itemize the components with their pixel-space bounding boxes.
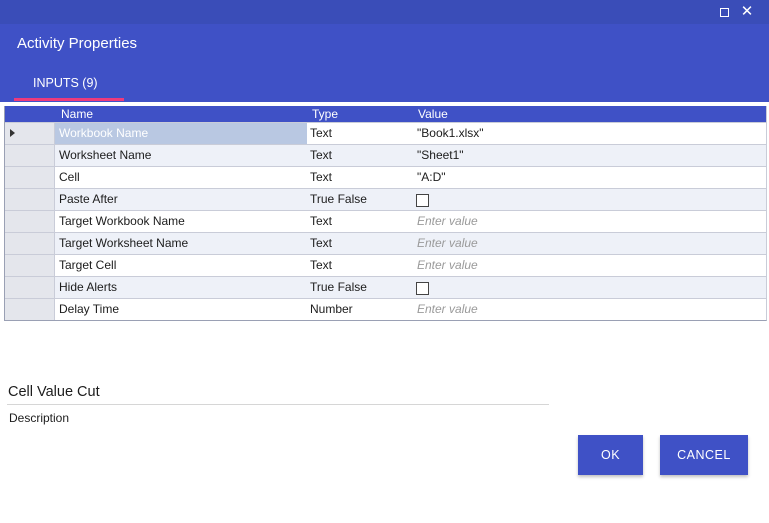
grid-row[interactable]: Target Cell Text Enter value — [5, 254, 766, 276]
close-icon[interactable]: ✕ — [739, 4, 755, 20]
current-row-arrow-icon — [10, 129, 15, 137]
activity-description[interactable]: Description — [9, 411, 69, 425]
grid-row[interactable]: Target Worksheet Name Text Enter value — [5, 232, 766, 254]
property-value[interactable]: "Book1.xlsx" — [415, 123, 767, 144]
grid-row[interactable]: Workbook Name Text "Book1.xlsx" — [5, 122, 766, 144]
property-name[interactable]: Cell — [55, 167, 307, 188]
column-header-value[interactable]: Value — [418, 107, 448, 121]
grid-row[interactable]: Hide Alerts True False — [5, 276, 766, 298]
property-value-input[interactable]: Enter value — [415, 211, 767, 232]
property-name[interactable]: Workbook Name — [55, 123, 307, 144]
property-type: Text — [310, 170, 333, 184]
property-name[interactable]: Hide Alerts — [55, 277, 307, 298]
column-header-type[interactable]: Type — [312, 107, 338, 121]
property-name[interactable]: Paste After — [55, 189, 307, 210]
property-value[interactable]: "A:D" — [415, 167, 767, 188]
grid-row[interactable]: Target Workbook Name Text Enter value — [5, 210, 766, 232]
row-selector[interactable] — [5, 189, 55, 210]
activity-name-underline — [7, 404, 549, 405]
row-selector[interactable] — [5, 123, 55, 144]
grid-row[interactable]: Paste After True False — [5, 188, 766, 210]
column-header-name[interactable]: Name — [61, 107, 93, 121]
property-name[interactable]: Target Cell — [55, 255, 307, 276]
maximize-icon[interactable] — [716, 4, 732, 20]
property-name[interactable]: Target Workbook Name — [55, 211, 307, 232]
property-type: True False — [310, 280, 367, 294]
grid-row[interactable]: Delay Time Number Enter value — [5, 298, 766, 320]
property-name[interactable]: Worksheet Name — [55, 145, 307, 166]
row-selector[interactable] — [5, 145, 55, 166]
property-type: Text — [310, 126, 333, 140]
property-name[interactable]: Target Worksheet Name — [55, 233, 307, 254]
property-type: True False — [310, 192, 367, 206]
hide-alerts-checkbox[interactable] — [416, 282, 429, 295]
dialog-header: Activity Properties INPUTS (9) — [0, 24, 769, 102]
cancel-button[interactable]: CANCEL — [660, 435, 748, 475]
tab-active-indicator — [14, 98, 124, 101]
row-selector[interactable] — [5, 211, 55, 232]
row-selector[interactable] — [5, 167, 55, 188]
window-titlebar: ✕ — [0, 0, 769, 24]
activity-name[interactable]: Cell Value Cut — [8, 384, 100, 400]
property-type: Text — [310, 148, 333, 162]
grid-row[interactable]: Worksheet Name Text "Sheet1" — [5, 144, 766, 166]
property-type: Text — [310, 236, 333, 250]
property-type: Text — [310, 258, 333, 272]
property-value-input[interactable]: Enter value — [415, 299, 767, 320]
grid-header: Name Type Value — [5, 106, 766, 122]
property-name[interactable]: Delay Time — [55, 299, 307, 320]
row-selector[interactable] — [5, 277, 55, 298]
row-selector[interactable] — [5, 255, 55, 276]
row-selector[interactable] — [5, 233, 55, 254]
row-selector[interactable] — [5, 299, 55, 320]
property-type: Number — [310, 302, 353, 316]
dialog-title: Activity Properties — [17, 35, 138, 52]
property-value-input[interactable]: Enter value — [415, 233, 767, 254]
paste-after-checkbox[interactable] — [416, 194, 429, 207]
property-value-input[interactable]: Enter value — [415, 255, 767, 276]
ok-button[interactable]: OK — [578, 435, 643, 475]
property-type: Text — [310, 214, 333, 228]
grid-row[interactable]: Cell Text "A:D" — [5, 166, 766, 188]
property-value[interactable]: "Sheet1" — [415, 145, 767, 166]
properties-grid: Name Type Value Workbook Name Text "Book… — [4, 106, 767, 321]
